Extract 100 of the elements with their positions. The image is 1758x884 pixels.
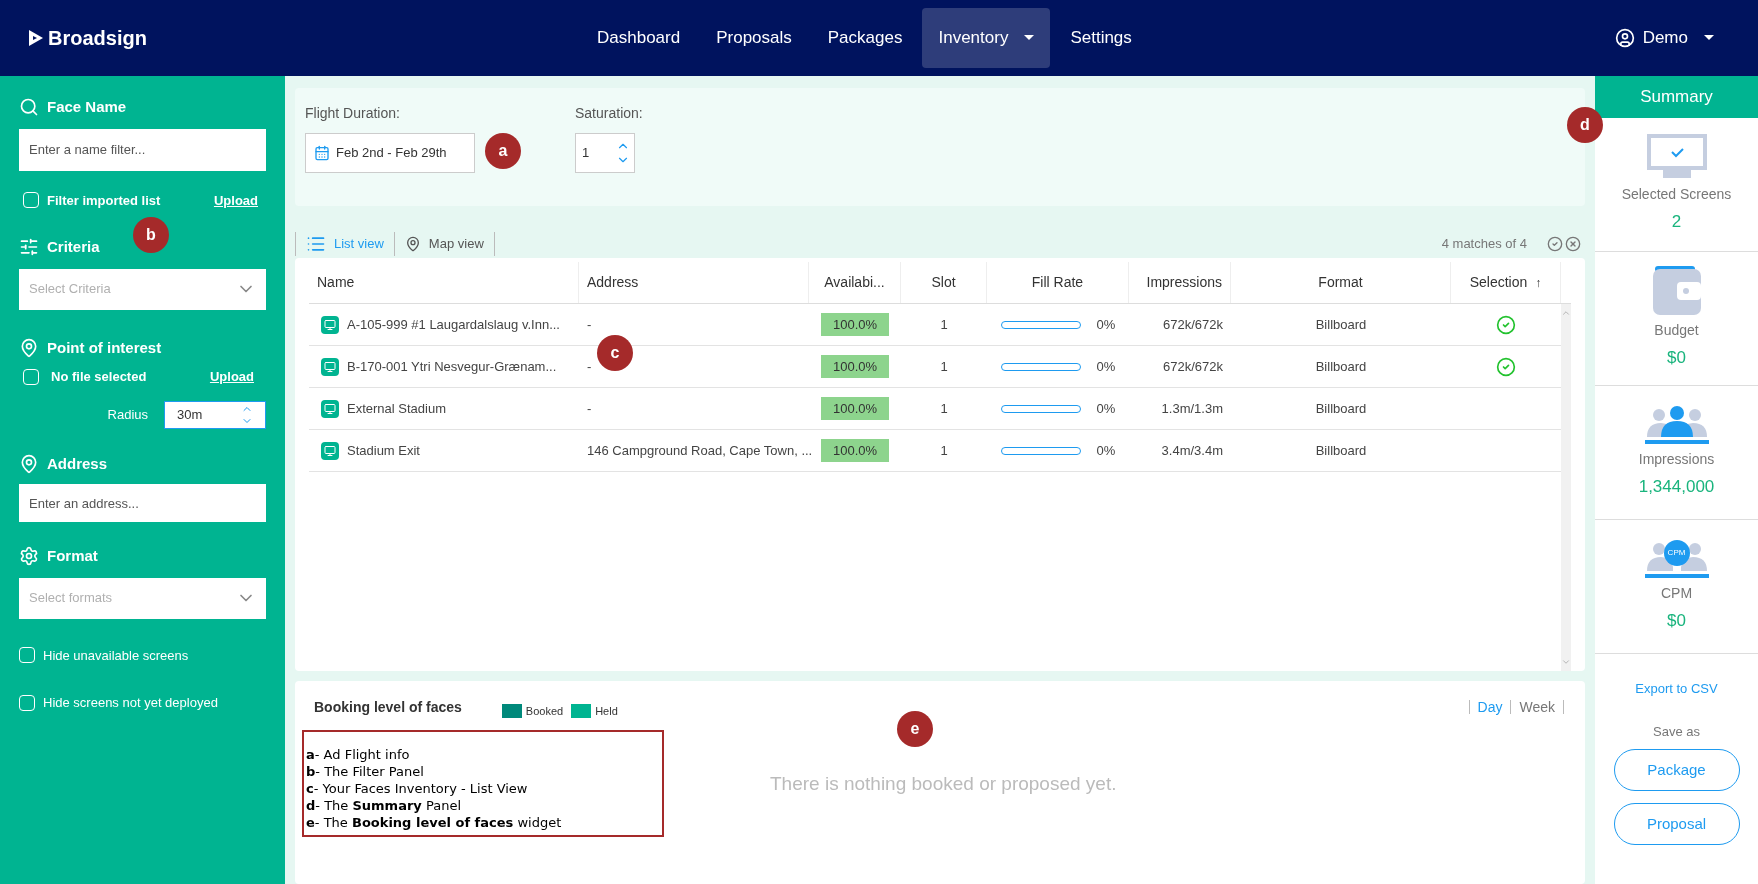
user-icon bbox=[1614, 28, 1635, 48]
summary-header: Summary bbox=[1595, 76, 1758, 118]
summary-value: 2 bbox=[1671, 211, 1682, 234]
view-tab[interactable]: Map view bbox=[393, 232, 495, 256]
field-label: Saturation: bbox=[575, 104, 643, 123]
saturation-field[interactable]: 1 bbox=[575, 133, 635, 173]
summary-value: $0 bbox=[1667, 610, 1686, 633]
cpm-badge: CPM bbox=[1663, 540, 1690, 567]
empty-message: There is nothing booked or proposed yet. bbox=[770, 771, 1117, 796]
select-all-icon[interactable] bbox=[1547, 236, 1563, 252]
checkbox-label: Filter imported list bbox=[47, 191, 161, 210]
radius-label: Radius bbox=[107, 405, 148, 424]
table-cell-text: 0% bbox=[1096, 315, 1116, 334]
checkbox[interactable] bbox=[23, 192, 39, 209]
clear-icon[interactable] bbox=[1565, 236, 1581, 252]
table-cell-text: - bbox=[586, 399, 593, 418]
table-cell-text: 672k/672k bbox=[1162, 315, 1224, 334]
table-cell-text: Billboard bbox=[1314, 441, 1368, 460]
checkbox[interactable] bbox=[23, 368, 39, 385]
nav-tab[interactable]: Settings bbox=[1054, 8, 1148, 68]
section-title: Face Name bbox=[47, 97, 127, 117]
wallet-icon bbox=[1650, 266, 1703, 317]
period-tab[interactable]: Week bbox=[1510, 700, 1564, 715]
table-cell-text: 146 Campground Road, Cape Town, ... bbox=[586, 441, 809, 460]
nav-tab[interactable]: Packages bbox=[811, 8, 919, 68]
checkbox-label: Hide screens not yet deployed bbox=[43, 694, 218, 712]
table-row[interactable]: External Stadium - 100.0% 1 0% 1.3m/1.3m Billboard bbox=[309, 388, 1561, 430]
field-label: Flight Duration: bbox=[305, 104, 401, 123]
table-cell-text: 1 bbox=[939, 357, 949, 376]
save-as-label: Save as bbox=[1652, 722, 1701, 741]
section-title: Point of interest bbox=[47, 337, 162, 358]
search-icon bbox=[19, 97, 39, 118]
table-cell: A-105-999 #1 Laugardalslaug v.Inn... bbox=[309, 314, 579, 335]
nav-tab[interactable]: Proposals bbox=[700, 8, 808, 68]
audience-icon bbox=[1644, 405, 1709, 446]
date-range-field[interactable]: Feb 2nd - Feb 29th bbox=[305, 133, 475, 173]
gear-icon bbox=[19, 546, 39, 567]
column-header[interactable]: Impressions bbox=[1129, 262, 1231, 303]
table-cell: B-170-001 Ytri Nesvegur-Grænam... bbox=[309, 356, 579, 377]
table-cell: External Stadium bbox=[309, 398, 579, 419]
legend-line: d- The Summary Panel bbox=[306, 796, 463, 814]
screen-icon bbox=[321, 441, 339, 460]
column-header[interactable]: Address bbox=[579, 262, 809, 303]
checkbox-label: Hide unavailable screens bbox=[43, 646, 189, 665]
widget-title: Booking level of faces bbox=[314, 697, 462, 717]
radius-field[interactable]: 30m bbox=[164, 400, 266, 429]
name-filter-field[interactable]: Enter a name filter... bbox=[19, 128, 266, 171]
column-header[interactable]: Availabi... bbox=[809, 262, 901, 303]
column-header[interactable]: Slot bbox=[901, 262, 987, 303]
availability-badge: 100.0% bbox=[820, 354, 890, 379]
table-cell-text: Billboard bbox=[1314, 399, 1368, 418]
scrollbar[interactable] bbox=[1561, 304, 1571, 671]
scroll-up-icon[interactable] bbox=[1561, 308, 1571, 318]
summary-label: Impressions bbox=[1638, 450, 1715, 470]
pin-icon bbox=[404, 236, 421, 252]
summary-value: $0 bbox=[1667, 347, 1686, 370]
table-cell-text: - bbox=[586, 357, 593, 376]
legend-line: a- Ad Flight info bbox=[306, 745, 411, 763]
availability-badge: 100.0% bbox=[820, 396, 890, 421]
table-row[interactable]: A-105-999 #1 Laugardalslaug v.Inn... - 100.0% 1 0% 672k/672k Billboard bbox=[309, 304, 1561, 346]
table-cell-text: Billboard bbox=[1314, 315, 1368, 334]
availability-badge: 100.0% bbox=[820, 312, 890, 337]
table-cell-text: 1 bbox=[939, 441, 949, 460]
table-cell-text: - bbox=[586, 315, 593, 334]
scroll-down-icon[interactable] bbox=[1561, 657, 1571, 667]
column-header[interactable]: Format bbox=[1231, 262, 1451, 303]
logo-icon bbox=[28, 29, 44, 47]
table-cell-text: 0% bbox=[1096, 399, 1116, 418]
nav-tab[interactable]: Inventory bbox=[922, 8, 1051, 68]
legend-label: Booked bbox=[525, 704, 564, 719]
annotation-marker: b bbox=[133, 217, 169, 253]
pin-icon bbox=[19, 453, 39, 474]
caret-icon bbox=[1704, 35, 1714, 41]
availability-badge: 100.0% bbox=[820, 438, 890, 463]
screen-icon bbox=[321, 357, 339, 376]
table-cell-text: 3.4m/3.4m bbox=[1160, 441, 1224, 460]
user-menu[interactable]: Demo bbox=[1614, 25, 1714, 51]
summary-label: Budget bbox=[1654, 321, 1699, 341]
table-row[interactable]: Stadium Exit 146 Campground Road, Cape Town, ... 100.0% 1 0% 3.4m/3.4m Billboard bbox=[309, 430, 1561, 472]
list-icon bbox=[306, 234, 326, 254]
column-header[interactable]: Selection ↑ bbox=[1451, 262, 1561, 303]
legend-line: c- Your Faces Inventory - List View bbox=[306, 779, 529, 797]
column-header[interactable]: Fill Rate bbox=[987, 262, 1129, 303]
nav-tab[interactable]: Dashboard bbox=[581, 8, 697, 68]
summary-label: Selected Screens bbox=[1621, 185, 1732, 205]
section-title: Address bbox=[47, 453, 108, 474]
annotation-marker: c bbox=[597, 335, 633, 371]
table-cell-text: Billboard bbox=[1314, 357, 1368, 376]
legend-line: b- The Filter Panel bbox=[306, 762, 425, 780]
table-cell-text: 1 bbox=[939, 315, 949, 334]
sort-icon: ↑ bbox=[1535, 273, 1542, 292]
checkbox[interactable] bbox=[19, 647, 35, 664]
address-field[interactable]: Enter an address... bbox=[19, 484, 266, 522]
checkbox[interactable] bbox=[19, 694, 35, 711]
screen-icon bbox=[321, 315, 339, 334]
table-cell-text: 0% bbox=[1096, 357, 1116, 376]
match-count: 4 matches of 4 bbox=[1441, 235, 1527, 254]
table-cell-text: 672k/672k bbox=[1162, 357, 1224, 376]
column-header[interactable]: Name bbox=[309, 262, 579, 303]
summary-label: CPM bbox=[1660, 584, 1693, 604]
